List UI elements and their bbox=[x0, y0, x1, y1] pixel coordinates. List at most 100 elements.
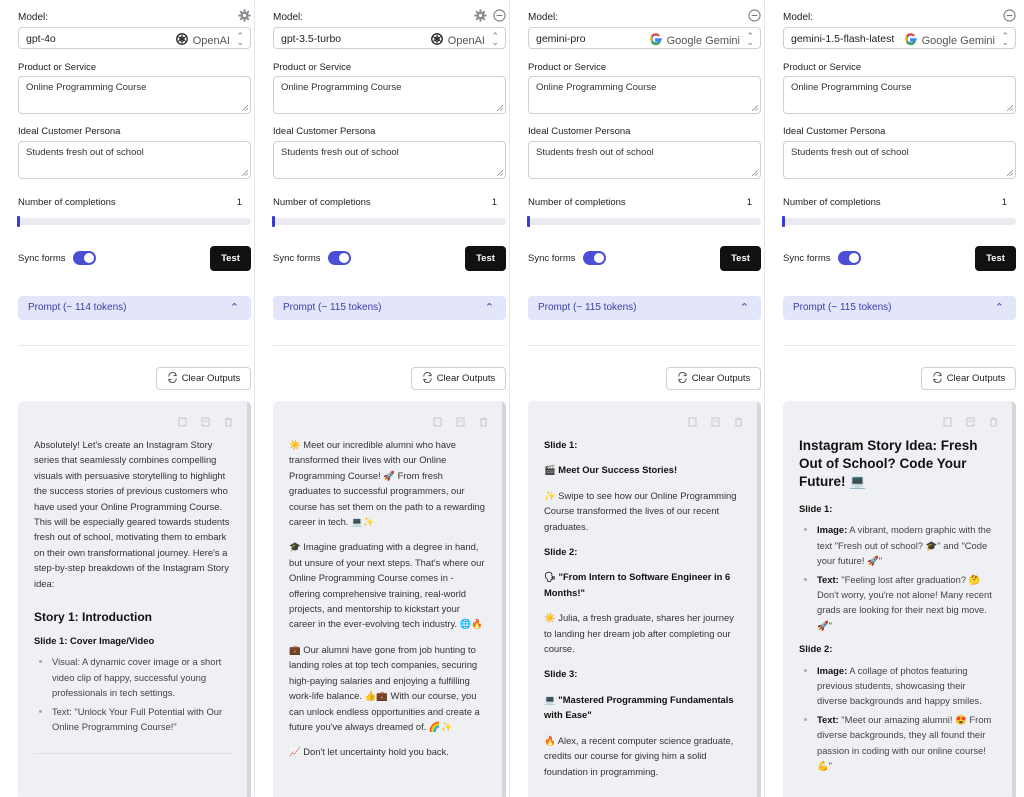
model-select[interactable]: gemini-pro Google Gemini ⌃ ⌄ bbox=[528, 27, 761, 49]
scrollbar[interactable] bbox=[502, 401, 506, 797]
prompt-label: Prompt (~ 115 tokens) bbox=[283, 302, 382, 313]
clear-outputs-button[interactable]: Clear Outputs bbox=[156, 367, 251, 390]
resize-grip-icon[interactable] bbox=[1007, 170, 1013, 176]
product-input[interactable]: Online Programming Course bbox=[528, 76, 761, 114]
clear-outputs-button[interactable]: Clear Outputs bbox=[921, 367, 1016, 390]
sync-forms-toggle[interactable] bbox=[73, 251, 96, 265]
prompt-label: Prompt (~ 115 tokens) bbox=[538, 302, 637, 313]
remove-column-icon[interactable] bbox=[748, 9, 761, 22]
test-button[interactable]: Test bbox=[210, 246, 251, 271]
output-panel: Instagram Story Idea: Fresh Out of Schoo… bbox=[783, 401, 1016, 797]
copy-icon[interactable] bbox=[688, 417, 697, 427]
persona-value: Students fresh out of school bbox=[26, 147, 144, 158]
completions-slider[interactable] bbox=[782, 216, 1016, 227]
provider-name: Google Gemini bbox=[666, 34, 740, 47]
trash-icon[interactable] bbox=[734, 417, 743, 427]
model-column-2: Model: gpt-3.5-turbo OpenAI ⌃ ⌄ Product o… bbox=[255, 0, 510, 797]
resize-grip-icon[interactable] bbox=[752, 105, 758, 111]
slider-handle[interactable] bbox=[527, 216, 530, 227]
chevron-updown-icon: ⌃ ⌄ bbox=[1001, 31, 1009, 47]
product-value: Online Programming Course bbox=[281, 82, 402, 93]
completions-slider[interactable] bbox=[17, 216, 251, 227]
model-select[interactable]: gpt-4o OpenAI ⌃ ⌄ bbox=[18, 27, 251, 49]
output-paragraph: 🎓 Imagine graduating with a degree in ha… bbox=[289, 541, 485, 630]
slider-handle[interactable] bbox=[272, 216, 275, 227]
trash-icon[interactable] bbox=[479, 417, 488, 427]
edit-icon[interactable] bbox=[456, 417, 465, 427]
model-column-3: Model: gemini-pro Google Gemini ⌃ ⌄ Produ… bbox=[510, 0, 765, 797]
persona-input[interactable]: Students fresh out of school bbox=[18, 141, 251, 179]
scrollbar[interactable] bbox=[247, 401, 251, 797]
refresh-icon bbox=[422, 371, 433, 386]
prompt-accordion[interactable]: Prompt (~ 115 tokens) ⌃ bbox=[783, 296, 1016, 320]
settings-gear-icon[interactable] bbox=[238, 9, 251, 22]
trash-icon[interactable] bbox=[989, 417, 998, 427]
persona-label: Ideal Customer Persona bbox=[273, 126, 376, 137]
output-panel: ☀️ Meet our incredible alumni who have t… bbox=[273, 401, 506, 797]
edit-icon[interactable] bbox=[201, 417, 210, 427]
trash-icon[interactable] bbox=[224, 417, 233, 427]
output-text: ☀️ Meet our incredible alumni who have t… bbox=[289, 437, 487, 770]
output-heading: Instagram Story Idea: Fresh Out of Schoo… bbox=[799, 438, 978, 489]
resize-grip-icon[interactable] bbox=[752, 170, 758, 176]
persona-label: Ideal Customer Persona bbox=[783, 126, 886, 137]
test-button[interactable]: Test bbox=[465, 246, 506, 271]
chevron-up-icon: ⌃ bbox=[229, 302, 239, 314]
scrollbar[interactable] bbox=[757, 401, 761, 797]
prompt-accordion[interactable]: Prompt (~ 115 tokens) ⌃ bbox=[273, 296, 506, 320]
clear-outputs-button[interactable]: Clear Outputs bbox=[411, 367, 506, 390]
sync-forms-toggle[interactable] bbox=[583, 251, 606, 265]
remove-column-icon[interactable] bbox=[1003, 9, 1016, 22]
settings-gear-icon[interactable] bbox=[474, 9, 487, 22]
chevron-up-icon: ⌃ bbox=[739, 302, 749, 314]
sync-forms-toggle[interactable] bbox=[838, 251, 861, 265]
remove-column-icon[interactable] bbox=[493, 9, 506, 22]
resize-grip-icon[interactable] bbox=[497, 105, 503, 111]
openai-icon bbox=[430, 32, 444, 49]
completions-slider[interactable] bbox=[527, 216, 761, 227]
output-panel: Slide 1: 🎬 Meet Our Success Stories! ✨ S… bbox=[528, 401, 761, 797]
prompt-accordion[interactable]: Prompt (~ 115 tokens) ⌃ bbox=[528, 296, 761, 320]
output-list-item: Image: A vibrant, modern graphic with th… bbox=[817, 522, 997, 568]
slider-handle[interactable] bbox=[17, 216, 20, 227]
sync-forms-label: Sync forms bbox=[273, 253, 321, 264]
scrollbar[interactable] bbox=[1012, 401, 1016, 797]
product-input[interactable]: Online Programming Course bbox=[783, 76, 1016, 114]
product-input[interactable]: Online Programming Course bbox=[18, 76, 251, 114]
clear-outputs-label: Clear Outputs bbox=[946, 373, 1006, 384]
persona-label: Ideal Customer Persona bbox=[528, 126, 631, 137]
model-label: Model: bbox=[273, 12, 304, 23]
slider-handle[interactable] bbox=[782, 216, 785, 227]
output-list-item: Text: "Feeling lost after graduation? 🤔 … bbox=[817, 572, 997, 634]
prompt-label: Prompt (~ 114 tokens) bbox=[28, 302, 127, 313]
model-select[interactable]: gpt-3.5-turbo OpenAI ⌃ ⌄ bbox=[273, 27, 506, 49]
refresh-icon bbox=[167, 371, 178, 386]
resize-grip-icon[interactable] bbox=[242, 105, 248, 111]
resize-grip-icon[interactable] bbox=[242, 170, 248, 176]
model-column-1: Model: gpt-4o OpenAI ⌃ ⌄ Product or Servi… bbox=[0, 0, 255, 797]
resize-grip-icon[interactable] bbox=[1007, 105, 1013, 111]
model-label: Model: bbox=[528, 12, 559, 23]
completions-slider[interactable] bbox=[272, 216, 506, 227]
list-item-text: "Meet our amazing alumni! 😍 From diverse… bbox=[817, 713, 992, 772]
persona-input[interactable]: Students fresh out of school bbox=[273, 141, 506, 179]
copy-icon[interactable] bbox=[433, 417, 442, 427]
refresh-icon bbox=[677, 371, 688, 386]
copy-icon[interactable] bbox=[943, 417, 952, 427]
edit-icon[interactable] bbox=[711, 417, 720, 427]
prompt-accordion[interactable]: Prompt (~ 114 tokens) ⌃ bbox=[18, 296, 251, 320]
clear-outputs-button[interactable]: Clear Outputs bbox=[666, 367, 761, 390]
persona-input[interactable]: Students fresh out of school bbox=[528, 141, 761, 179]
model-select[interactable]: gemini-1.5-flash-latest Google Gemini ⌃ ⌄ bbox=[783, 27, 1016, 49]
google-icon bbox=[904, 32, 918, 49]
clear-outputs-label: Clear Outputs bbox=[181, 373, 241, 384]
product-input[interactable]: Online Programming Course bbox=[273, 76, 506, 114]
sync-forms-toggle[interactable] bbox=[328, 251, 351, 265]
resize-grip-icon[interactable] bbox=[497, 170, 503, 176]
test-button[interactable]: Test bbox=[720, 246, 761, 271]
copy-icon[interactable] bbox=[178, 417, 187, 427]
edit-icon[interactable] bbox=[966, 417, 975, 427]
test-button[interactable]: Test bbox=[975, 246, 1016, 271]
persona-input[interactable]: Students fresh out of school bbox=[783, 141, 1016, 179]
completions-label: Number of completions bbox=[783, 197, 881, 208]
